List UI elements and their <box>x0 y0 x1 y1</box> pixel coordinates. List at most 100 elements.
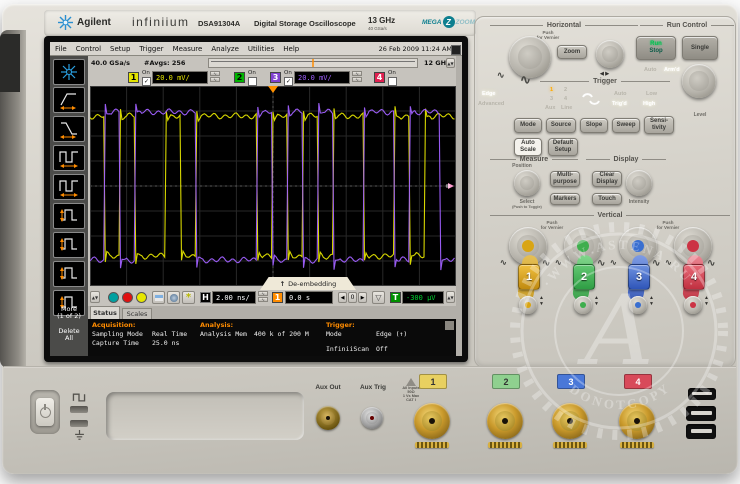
channel-3-chip[interactable]: 3 <box>270 72 281 83</box>
trigger-source-chip[interactable]: 1 <box>272 292 283 303</box>
single-button[interactable]: Single <box>682 36 718 60</box>
display-intensity-knob[interactable] <box>626 170 652 196</box>
timebase-spinner[interactable]: ∿∿ <box>258 291 268 302</box>
trigger-sweep-button[interactable]: Sweep <box>612 118 640 133</box>
delete-all-button[interactable]: Delete All <box>50 328 88 342</box>
default-setup-button[interactable]: Default Setup <box>548 138 578 156</box>
channel-4-on-checkbox[interactable] <box>388 77 397 86</box>
agilent-spark-tile[interactable] <box>53 59 85 85</box>
measure-period-icon[interactable] <box>53 145 85 171</box>
menu-help[interactable]: Help <box>283 45 299 53</box>
run-stop-button[interactable]: Run Stop <box>636 36 676 60</box>
auto-scale-button[interactable]: Auto Scale <box>514 138 542 156</box>
tab-status[interactable]: Status <box>90 306 120 319</box>
toolbar-spinner[interactable]: ▲▼ <box>90 291 100 303</box>
channel-4-chip[interactable]: 4 <box>374 72 385 83</box>
channel-3-sine-left-icon: ∿ <box>610 258 617 267</box>
input-4-label: 4 <box>624 374 652 389</box>
touch-button[interactable]: Touch <box>592 193 622 205</box>
menu-file[interactable]: File <box>55 45 67 53</box>
trigger-level-knob[interactable] <box>682 64 716 98</box>
measure-rise-time-icon[interactable] <box>53 87 85 113</box>
channel-3-button[interactable]: 3 <box>628 264 650 290</box>
trigger-level-spinner[interactable]: ▲▼ <box>446 291 455 303</box>
measure-fall-time-icon[interactable] <box>53 116 85 142</box>
measure-frequency-icon[interactable] <box>53 174 85 200</box>
power-button[interactable] <box>36 398 54 426</box>
channel-2-chip[interactable]: 2 <box>234 72 245 83</box>
aux-trig-connector <box>361 407 383 429</box>
menu-trigger[interactable]: Trigger <box>139 45 163 53</box>
measure-position-knob[interactable] <box>514 170 540 196</box>
channel-4-sine-left-icon: ∿ <box>665 258 672 267</box>
channel-1-scale-spinner[interactable]: ∿∿ <box>210 71 220 82</box>
status-row-spinner[interactable]: ▲▼ <box>446 58 455 68</box>
memory-bar[interactable] <box>208 58 418 68</box>
capture-time-label: Capture Time <box>92 339 139 347</box>
timebase-readout[interactable]: 2.00 ns/ <box>212 291 256 304</box>
brand-agilent: Agilent <box>77 17 111 28</box>
vertical-push-label-right: Push for Vernier <box>650 220 686 231</box>
power-button-bezel <box>30 390 60 434</box>
more-button[interactable]: More (1 of 2) <box>50 306 88 320</box>
marker-color-yellow-button[interactable] <box>136 292 147 303</box>
trigger-source-2-indicator: 2 <box>564 88 567 94</box>
channel-3-position-knob[interactable] <box>629 296 647 314</box>
markers-button[interactable]: Markers <box>550 193 580 205</box>
de-embedding-tab[interactable]: ↑ De-embedding <box>260 277 356 290</box>
measure-v-min-icon[interactable] <box>53 232 85 258</box>
menu-utilities[interactable]: Utilities <box>248 45 274 53</box>
zoom-button[interactable]: Zoom <box>557 45 587 59</box>
menu-analyze[interactable]: Analyze <box>211 45 239 53</box>
clear-display-button[interactable]: Clear Display <box>592 171 622 187</box>
menu-measure[interactable]: Measure <box>173 45 203 53</box>
menu-corner-icon[interactable] <box>451 45 461 55</box>
capture-time-value: 25.0 ns <box>152 339 179 347</box>
horizontal-position-knob[interactable] <box>596 40 624 68</box>
position-zero-button[interactable]: 0 <box>348 292 357 303</box>
position-right-button[interactable]: ▶ <box>358 292 367 303</box>
trigger-level-label: Level <box>688 112 712 118</box>
image-tool-button[interactable] <box>152 291 165 304</box>
brightness-tool-button[interactable]: * <box>182 291 195 304</box>
front-drive-bay-cover <box>106 392 304 440</box>
measurement-icon-list <box>51 87 87 319</box>
averages-readout: #Avgs: 256 <box>144 59 185 67</box>
trigger-sensitivity-button[interactable]: Sensi- tivity <box>644 116 674 134</box>
channel-2-position-knob[interactable] <box>574 296 592 314</box>
channel-1-on-checkbox[interactable]: ✓ <box>142 77 151 86</box>
pointer-tool-button[interactable] <box>167 291 180 304</box>
trigger-slope-button[interactable]: Slope <box>580 118 608 133</box>
channel-1-button[interactable]: 1 <box>518 264 540 290</box>
multi-purpose-button[interactable]: Multi- purpose <box>550 171 580 187</box>
menu-setup[interactable]: Setup <box>110 45 130 53</box>
channel-1-chip[interactable]: 1 <box>128 72 139 83</box>
trigger-source-button[interactable]: Source <box>546 118 576 133</box>
channel-3-scale-spinner[interactable]: ∿∿ <box>352 71 362 82</box>
acquisition-status-row: 40.0 GSa/s #Avgs: 256 12 GHz ▲▼ <box>88 56 456 70</box>
channel-4-position-arrows: ▲▼ <box>704 296 709 308</box>
tab-scales[interactable]: Scales <box>122 308 152 319</box>
measure-v-max-icon[interactable] <box>53 203 85 229</box>
marker-color-teal-button[interactable] <box>108 292 119 303</box>
waveform-display[interactable] <box>90 86 456 286</box>
channel-1-scale-readout[interactable]: 20.0 mV/ <box>152 71 208 84</box>
channel-1-position-knob[interactable] <box>519 296 537 314</box>
channel-3-scale-readout[interactable]: 20.0 mV/ <box>294 71 350 84</box>
trigger-mode-button[interactable]: Mode <box>514 118 542 133</box>
trigger-delay-readout[interactable]: 0.0 s <box>285 291 333 304</box>
channel-3-on-checkbox[interactable]: ✓ <box>284 77 293 86</box>
trigger-level-readout[interactable]: -300 µV <box>402 291 444 304</box>
channel-2-button[interactable]: 2 <box>573 264 595 290</box>
menu-control[interactable]: Control <box>76 45 101 53</box>
filter-funnel-button[interactable]: ▽ <box>372 291 385 304</box>
more-page-label: (1 of 2) <box>50 313 88 320</box>
position-left-button[interactable]: ◀ <box>338 292 347 303</box>
status-panel-expand-tab[interactable] <box>445 321 454 330</box>
channel-4-position-knob[interactable] <box>684 296 702 314</box>
channel-4-button[interactable]: 4 <box>683 264 705 290</box>
brand-bandwidth: 13 GHz <box>368 16 395 25</box>
channel-2-on-checkbox[interactable] <box>248 77 257 86</box>
measure-v-peak-peak-icon[interactable] <box>53 261 85 287</box>
marker-color-red-button[interactable] <box>122 292 133 303</box>
